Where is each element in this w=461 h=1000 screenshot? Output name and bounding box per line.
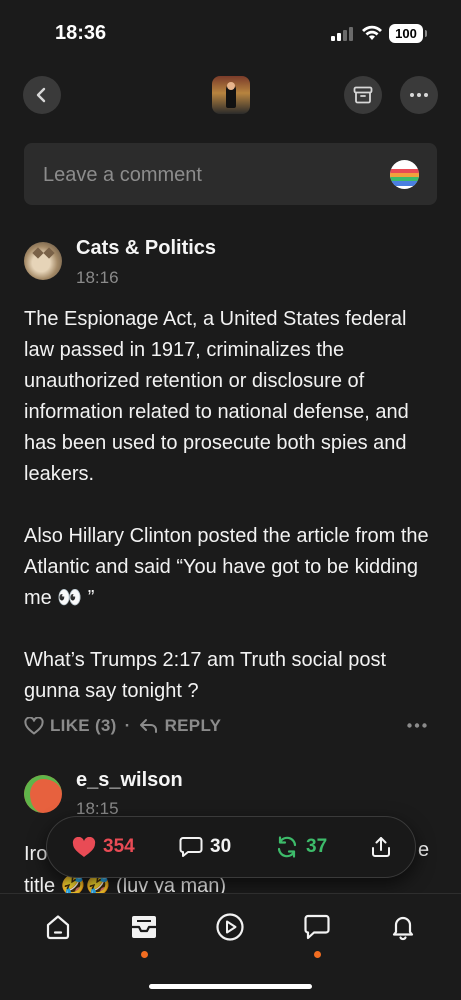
avatar[interactable] <box>24 242 62 280</box>
reply-label: REPLY <box>164 716 222 735</box>
comment-body: The Espionage Act, a United States feder… <box>24 304 436 707</box>
tab-video[interactable] <box>215 912 245 942</box>
tab-inbox[interactable] <box>129 912 159 942</box>
engagement-bar: 354 30 37 <box>46 816 416 878</box>
restack-count: 37 <box>306 836 328 857</box>
tab-chat[interactable] <box>302 912 332 942</box>
inbox-icon <box>132 916 156 938</box>
back-button[interactable] <box>23 76 61 114</box>
bell-icon <box>392 916 414 941</box>
restack-icon <box>277 836 297 858</box>
comment-body: e <box>418 839 430 861</box>
comment-more-icon[interactable] <box>407 723 427 728</box>
more-horizontal-icon <box>410 93 428 97</box>
tab-home[interactable] <box>43 912 73 942</box>
status-time: 18:36 <box>55 22 107 44</box>
like-post-button[interactable]: 354 <box>72 836 135 858</box>
active-tab-indicator <box>141 951 148 958</box>
post-thumbnail[interactable] <box>212 76 250 114</box>
home-indicator <box>149 984 312 989</box>
archive-icon <box>353 86 373 104</box>
cellular-signal-icon <box>331 27 353 41</box>
separator: · <box>124 716 131 735</box>
tab-notifications[interactable] <box>388 912 418 942</box>
more-button[interactable] <box>400 76 438 114</box>
comment-paragraph: The Espionage Act, a United States feder… <box>24 308 409 485</box>
status-bar: 18:36 100 <box>0 0 461 64</box>
comment-actions: LIKE (3) · REPLY <box>24 715 221 737</box>
share-icon <box>372 837 390 857</box>
comment-icon <box>179 837 203 857</box>
comment-input[interactable]: Leave a comment <box>24 143 437 205</box>
comment-count: 30 <box>210 836 232 857</box>
like-label: LIKE (3) <box>50 716 117 735</box>
comment-author[interactable]: e_s_wilson <box>76 769 183 792</box>
chat-badge <box>314 951 321 958</box>
avatar[interactable] <box>24 775 62 813</box>
comments-button[interactable]: 30 <box>179 836 231 858</box>
user-avatar <box>390 160 419 189</box>
play-icon <box>216 913 244 941</box>
like-button[interactable]: LIKE (3) <box>24 716 117 736</box>
heart-icon <box>72 836 96 857</box>
share-button[interactable] <box>370 836 399 858</box>
chat-icon <box>304 914 330 940</box>
reply-icon <box>139 719 157 733</box>
comment-paragraph: What’s Trumps 2:17 am Truth social post … <box>24 649 387 702</box>
comment-paragraph: Also Hillary Clinton posted the article … <box>24 525 429 609</box>
comment-time: 18:16 <box>76 268 119 287</box>
battery-indicator: 100 <box>389 24 427 43</box>
heart-icon <box>24 717 44 735</box>
restack-button[interactable]: 37 <box>275 836 327 858</box>
chevron-left-icon <box>36 87 46 103</box>
like-count: 354 <box>103 836 135 857</box>
comment-author[interactable]: Cats & Politics <box>76 237 216 260</box>
comment-body: Iro <box>24 843 48 865</box>
reply-button[interactable]: REPLY <box>139 716 222 736</box>
comment-placeholder: Leave a comment <box>43 164 202 186</box>
archive-button[interactable] <box>344 76 382 114</box>
wifi-icon <box>362 25 382 40</box>
home-icon <box>46 915 70 940</box>
